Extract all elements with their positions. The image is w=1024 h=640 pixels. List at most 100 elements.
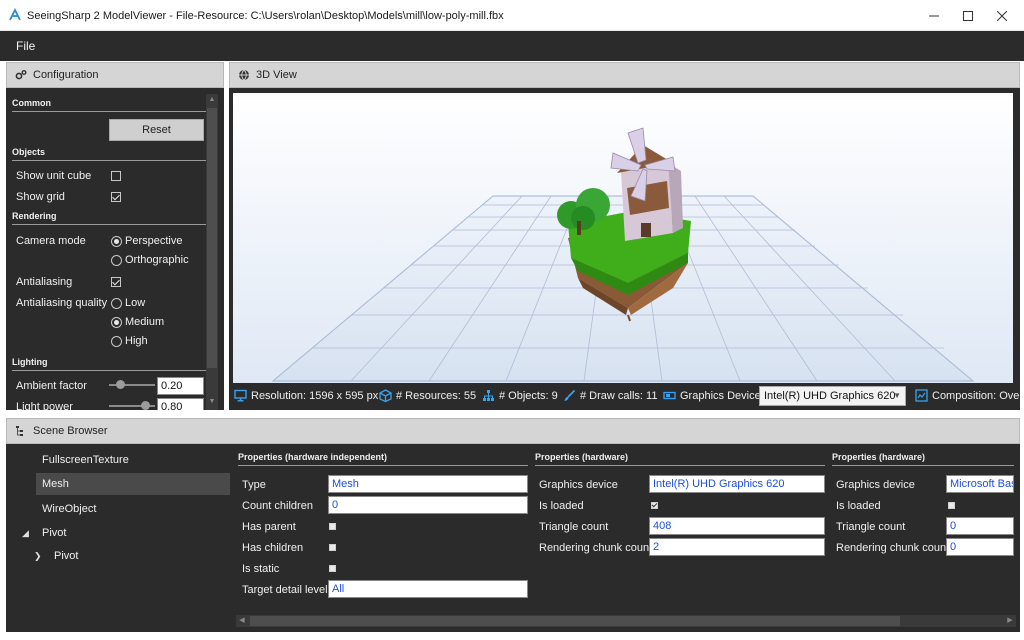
prop-hw2-triangle-value[interactable]: 0: [946, 517, 1014, 535]
configuration-panel: Common Reset Objects Show unit cube Show…: [6, 88, 224, 410]
prop-hw1-triangle-label: Triangle count: [539, 521, 609, 533]
graphics-device-value: Intel(R) UHD Graphics 620: [764, 390, 896, 402]
status-objects-text: # Objects: 9: [499, 389, 558, 402]
graphics-card-icon: [663, 391, 676, 400]
quality-medium-radio[interactable]: [111, 317, 122, 328]
camera-perspective-radio[interactable]: [111, 236, 122, 247]
tree-item-mesh[interactable]: Mesh: [36, 473, 230, 495]
quality-low-radio[interactable]: [111, 298, 122, 309]
minimize-button[interactable]: [916, 0, 952, 31]
window-title: SeeingSharp 2 ModelViewer - File-Resourc…: [27, 10, 504, 22]
prop-type-value[interactable]: Mesh: [328, 475, 528, 493]
view3d-header: 3D View: [229, 62, 1020, 88]
prop-count-children-value[interactable]: 0: [328, 496, 528, 514]
close-button[interactable]: [984, 0, 1020, 31]
tree-icon: [16, 426, 23, 436]
maximize-button[interactable]: [950, 0, 986, 31]
light-power-label: Light power: [16, 401, 73, 410]
prop-hw1-triangle-value[interactable]: 408: [649, 517, 825, 535]
configuration-scroll-thumb[interactable]: [207, 108, 217, 368]
prop-is-static-checkbox[interactable]: [329, 565, 336, 572]
minimize-icon: [929, 15, 939, 16]
prop-hw2-chunk-value[interactable]: 0: [946, 538, 1014, 556]
scroll-right-icon[interactable]: ▶: [1004, 615, 1016, 627]
graphics-device-select[interactable]: Intel(R) UHD Graphics 620 ▼: [759, 386, 906, 406]
props-independent-header: Properties (hardware independent): [238, 452, 528, 466]
light-power-slider-thumb[interactable]: [141, 401, 150, 410]
tree-item-wireobject[interactable]: WireObject: [36, 498, 230, 520]
status-resources-text: # Resources: 55: [396, 389, 477, 402]
status-resources: # Resources: 55: [379, 389, 476, 402]
view3d-title: 3D View: [256, 69, 297, 81]
title-bar: SeeingSharp 2 ModelViewer - File-Resourc…: [0, 0, 1024, 31]
maximize-icon: [963, 10, 973, 21]
scroll-up-icon[interactable]: ▲: [206, 94, 218, 106]
quality-low-label: Low: [125, 297, 146, 309]
tree-item-pivot[interactable]: Pivot: [36, 522, 230, 544]
menu-bar: File: [0, 31, 1024, 61]
tree-item-fullscreentexture[interactable]: FullscreenTexture: [36, 449, 230, 471]
configuration-header: Configuration: [6, 62, 224, 88]
render-viewport[interactable]: [233, 93, 1013, 383]
camera-orthographic-label: Orthographic: [125, 254, 189, 266]
prop-type-label: Type: [242, 479, 266, 491]
close-icon: [997, 10, 1007, 21]
reset-button[interactable]: Reset: [109, 119, 204, 141]
show-grid-checkbox[interactable]: [111, 192, 121, 202]
prop-hw2-device-label: Graphics device: [836, 479, 915, 491]
quality-high-radio[interactable]: [111, 336, 122, 347]
status-graphics-device: Graphics Device:: [663, 389, 764, 402]
view3d-status-bar: Resolution: 1596 x 595 px # Resources: 5…: [229, 385, 1020, 407]
ambient-factor-slider-thumb[interactable]: [116, 380, 125, 389]
prop-hw1-device-value[interactable]: Intel(R) UHD Graphics 620: [649, 475, 825, 493]
antialiasing-checkbox[interactable]: [111, 277, 121, 287]
prop-hw1-loaded-checkbox[interactable]: [651, 502, 658, 509]
ambient-factor-label: Ambient factor: [16, 380, 87, 392]
ambient-factor-input[interactable]: 0.20: [157, 377, 204, 395]
light-power-input[interactable]: 0.80: [157, 398, 204, 410]
status-draw-calls: # Draw calls: 11: [563, 389, 657, 402]
menu-file[interactable]: File: [16, 39, 35, 53]
prop-has-children-label: Has children: [242, 542, 304, 554]
prop-has-children-checkbox[interactable]: [329, 544, 336, 551]
show-unit-cube-checkbox[interactable]: [111, 171, 121, 181]
prop-target-detail-label: Target detail level: [242, 584, 328, 596]
tree-item-pivot-child[interactable]: Pivot: [48, 545, 242, 567]
configuration-title: Configuration: [33, 69, 99, 81]
properties-scroll-thumb[interactable]: [250, 616, 900, 626]
prop-has-parent-label: Has parent: [242, 521, 296, 533]
props-hardware-header-1: Properties (hardware): [535, 452, 825, 466]
collapsed-arrow-icon[interactable]: ❯: [34, 551, 42, 562]
quality-medium-label: Medium: [125, 316, 165, 328]
status-draw-calls-text: # Draw calls: 11: [580, 389, 658, 402]
section-objects: Objects: [12, 147, 210, 161]
prop-has-parent-checkbox[interactable]: [329, 523, 336, 530]
antialiasing-quality-label: Antialiasing quality: [16, 297, 108, 309]
camera-mode-label: Camera mode: [16, 235, 86, 247]
prop-hw1-chunk-value[interactable]: 2: [649, 538, 825, 556]
status-objects: # Objects: 9: [482, 389, 558, 402]
cube-icon: [379, 389, 392, 402]
prop-count-children-label: Count children: [242, 500, 313, 512]
configuration-scrollbar[interactable]: ▲ ▼: [206, 94, 218, 410]
camera-orthographic-radio[interactable]: [111, 255, 122, 266]
expanded-arrow-icon[interactable]: ◢: [22, 528, 29, 539]
scroll-down-icon[interactable]: ▼: [206, 396, 218, 408]
globe-icon: [239, 69, 249, 81]
prop-hw2-device-value[interactable]: Microsoft Bas: [946, 475, 1014, 493]
scroll-left-icon[interactable]: ◀: [236, 615, 248, 627]
prop-hw2-loaded-checkbox[interactable]: [948, 502, 955, 509]
section-rendering: Rendering: [12, 211, 210, 225]
section-common: Common: [12, 98, 210, 112]
prop-hw2-triangle-label: Triangle count: [836, 521, 906, 533]
prop-is-static-label: Is static: [242, 563, 280, 575]
hierarchy-icon: [483, 390, 494, 401]
brush-icon: [564, 389, 576, 401]
prop-target-detail-value[interactable]: All: [328, 580, 528, 598]
properties-scrollbar[interactable]: ◀ ▶: [236, 615, 1016, 627]
scene-render: [271, 127, 975, 382]
app-logo-icon: [9, 8, 21, 21]
view3d-panel: Resolution: 1596 x 595 px # Resources: 5…: [229, 88, 1020, 410]
status-composition: Composition: Ove: [915, 389, 1019, 402]
show-unit-cube-label: Show unit cube: [16, 170, 92, 182]
